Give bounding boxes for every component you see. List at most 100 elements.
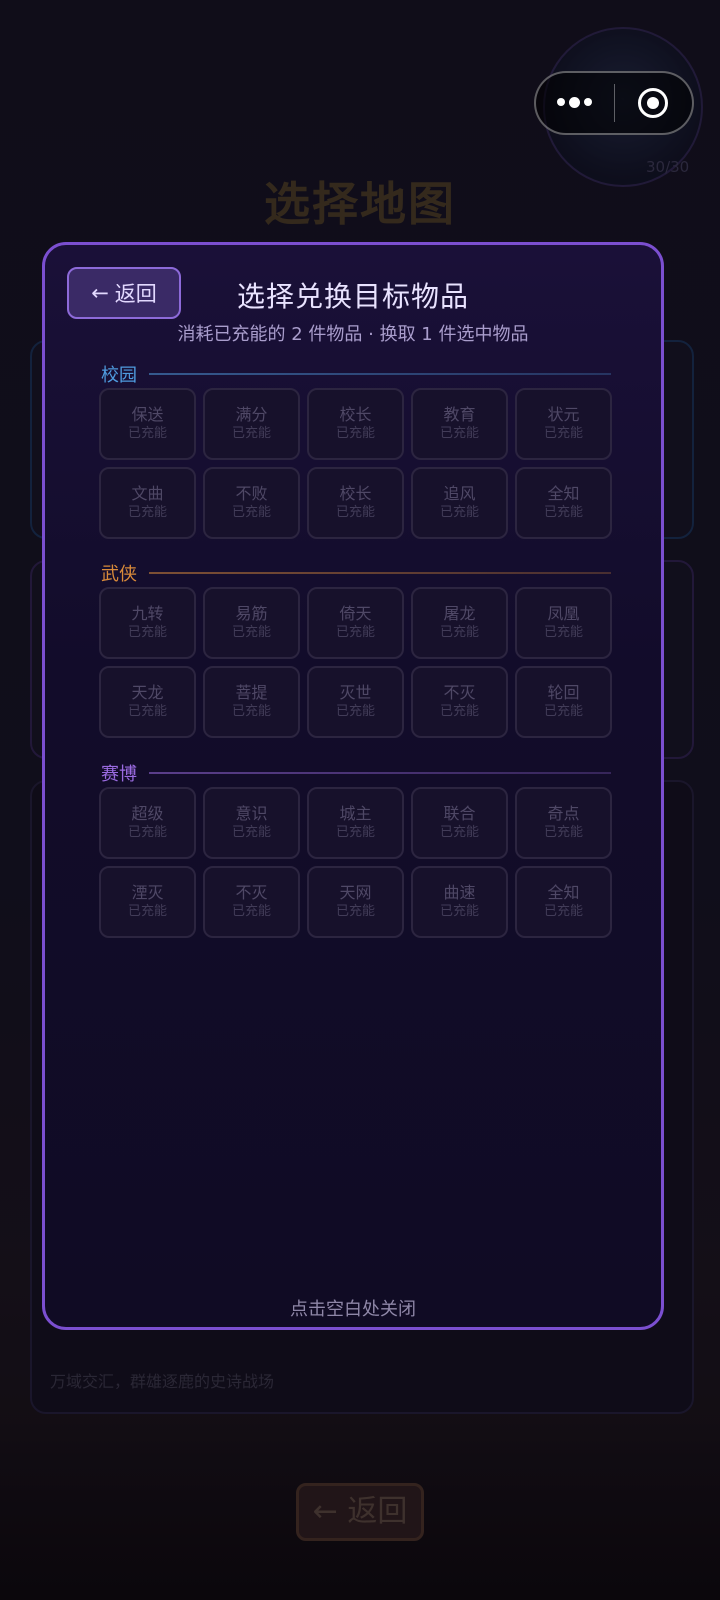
item-status: 已充能 bbox=[439, 426, 479, 441]
more-dots-icon[interactable] bbox=[536, 97, 614, 108]
item-name: 全知 bbox=[547, 484, 580, 503]
item-name: 奇点 bbox=[547, 804, 580, 823]
item-name: 追风 bbox=[443, 484, 476, 503]
capsule-menu bbox=[534, 71, 694, 135]
item-status: 已充能 bbox=[127, 426, 167, 441]
section-header: 赛博 bbox=[101, 760, 611, 786]
item-name: 灭世 bbox=[339, 683, 372, 702]
item-status: 已充能 bbox=[231, 625, 271, 640]
item-status: 已充能 bbox=[127, 904, 167, 919]
item-name: 不败 bbox=[235, 484, 268, 503]
item-status: 已充能 bbox=[335, 625, 375, 640]
item-cell[interactable]: 不灭 已充能 bbox=[203, 866, 300, 938]
item-cell[interactable]: 不败 已充能 bbox=[203, 467, 300, 539]
item-name: 湮灭 bbox=[131, 883, 164, 902]
item-status: 已充能 bbox=[439, 704, 479, 719]
item-status: 已充能 bbox=[335, 426, 375, 441]
item-status: 已充能 bbox=[231, 904, 271, 919]
item-cell[interactable]: 城主 已充能 bbox=[307, 787, 404, 859]
item-cell[interactable]: 天龙 已充能 bbox=[99, 666, 196, 738]
item-name: 天网 bbox=[339, 883, 372, 902]
item-status: 已充能 bbox=[335, 505, 375, 520]
section-label: 武侠 bbox=[101, 564, 137, 585]
item-status: 已充能 bbox=[127, 505, 167, 520]
item-cell[interactable]: 追风 已充能 bbox=[411, 467, 508, 539]
target-icon[interactable] bbox=[615, 88, 693, 118]
item-name: 全知 bbox=[547, 883, 580, 902]
item-cell[interactable]: 奇点 已充能 bbox=[515, 787, 612, 859]
item-status: 已充能 bbox=[543, 704, 583, 719]
item-status: 已充能 bbox=[543, 825, 583, 840]
item-cell[interactable]: 状元 已充能 bbox=[515, 388, 612, 460]
exchange-modal: ← 返回 选择兑换目标物品 消耗已充能的 2 件物品 · 换取 1 件选中物品 … bbox=[42, 242, 664, 1330]
modal-subtitle: 消耗已充能的 2 件物品 · 换取 1 件选中物品 bbox=[177, 324, 529, 345]
item-cell[interactable]: 曲速 已充能 bbox=[411, 866, 508, 938]
item-status: 已充能 bbox=[335, 904, 375, 919]
item-status: 已充能 bbox=[543, 625, 583, 640]
item-cell[interactable]: 菩提 已充能 bbox=[203, 666, 300, 738]
item-status: 已充能 bbox=[231, 825, 271, 840]
item-cell[interactable]: 不灭 已充能 bbox=[411, 666, 508, 738]
item-name: 天龙 bbox=[131, 683, 164, 702]
item-name: 城主 bbox=[339, 804, 372, 823]
item-cell[interactable]: 凤凰 已充能 bbox=[515, 587, 612, 659]
item-cell[interactable]: 湮灭 已充能 bbox=[99, 866, 196, 938]
item-name: 校长 bbox=[339, 405, 372, 424]
section-header: 武侠 bbox=[101, 560, 611, 586]
item-cell[interactable]: 文曲 已充能 bbox=[99, 467, 196, 539]
item-name: 教育 bbox=[443, 405, 476, 424]
item-name: 九转 bbox=[131, 604, 164, 623]
item-name: 保送 bbox=[131, 405, 164, 424]
item-name: 曲速 bbox=[443, 883, 476, 902]
item-cell[interactable]: 易筋 已充能 bbox=[203, 587, 300, 659]
item-cell[interactable]: 灭世 已充能 bbox=[307, 666, 404, 738]
item-cell[interactable]: 倚天 已充能 bbox=[307, 587, 404, 659]
item-name: 菩提 bbox=[235, 683, 268, 702]
item-cell[interactable]: 天网 已充能 bbox=[307, 866, 404, 938]
item-name: 超级 bbox=[131, 804, 164, 823]
item-grid: 九转 已充能 易筋 已充能 倚天 已充能 屠龙 已充能 凤凰 已充能 天龙 已充能 菩提 已充能 灭世 已充能… bbox=[99, 587, 612, 738]
item-cell[interactable]: 联合 已充能 bbox=[411, 787, 508, 859]
item-cell[interactable]: 轮回 已充能 bbox=[515, 666, 612, 738]
item-name: 联合 bbox=[443, 804, 476, 823]
item-cell[interactable]: 满分 已充能 bbox=[203, 388, 300, 460]
item-status: 已充能 bbox=[231, 505, 271, 520]
item-status: 已充能 bbox=[543, 904, 583, 919]
item-status: 已充能 bbox=[335, 704, 375, 719]
item-name: 满分 bbox=[235, 405, 268, 424]
item-cell[interactable]: 九转 已充能 bbox=[99, 587, 196, 659]
section-divider bbox=[149, 373, 611, 375]
item-cell[interactable]: 超级 已充能 bbox=[99, 787, 196, 859]
section-label: 校园 bbox=[101, 365, 137, 386]
item-name: 状元 bbox=[547, 405, 580, 424]
item-cell[interactable]: 保送 已充能 bbox=[99, 388, 196, 460]
item-cell[interactable]: 屠龙 已充能 bbox=[411, 587, 508, 659]
item-cell[interactable]: 意识 已充能 bbox=[203, 787, 300, 859]
item-status: 已充能 bbox=[543, 505, 583, 520]
item-cell[interactable]: 教育 已充能 bbox=[411, 388, 508, 460]
section-label: 赛博 bbox=[101, 764, 137, 785]
item-name: 凤凰 bbox=[547, 604, 580, 623]
item-name: 不灭 bbox=[235, 883, 268, 902]
item-name: 易筋 bbox=[235, 604, 268, 623]
item-grid: 保送 已充能 满分 已充能 校长 已充能 教育 已充能 状元 已充能 文曲 已充能 不败 已充能 校长 已充能… bbox=[99, 388, 612, 539]
item-cell[interactable]: 全知 已充能 bbox=[515, 866, 612, 938]
item-status: 已充能 bbox=[127, 825, 167, 840]
modal-title: 选择兑换目标物品 bbox=[236, 280, 469, 313]
item-name: 不灭 bbox=[443, 683, 476, 702]
item-status: 已充能 bbox=[231, 704, 271, 719]
item-status: 已充能 bbox=[543, 426, 583, 441]
item-name: 轮回 bbox=[547, 683, 580, 702]
section-header: 校园 bbox=[101, 361, 611, 387]
item-grid: 超级 已充能 意识 已充能 城主 已充能 联合 已充能 奇点 已充能 湮灭 已充能 不灭 已充能 天网 已充能… bbox=[99, 787, 612, 938]
item-name: 校长 bbox=[339, 484, 372, 503]
item-status: 已充能 bbox=[335, 825, 375, 840]
section-divider bbox=[149, 572, 611, 574]
item-status: 已充能 bbox=[439, 505, 479, 520]
item-cell[interactable]: 校长 已充能 bbox=[307, 388, 404, 460]
item-status: 已充能 bbox=[231, 426, 271, 441]
item-name: 意识 bbox=[235, 804, 268, 823]
item-cell[interactable]: 全知 已充能 bbox=[515, 467, 612, 539]
item-name: 屠龙 bbox=[443, 604, 476, 623]
item-cell[interactable]: 校长 已充能 bbox=[307, 467, 404, 539]
